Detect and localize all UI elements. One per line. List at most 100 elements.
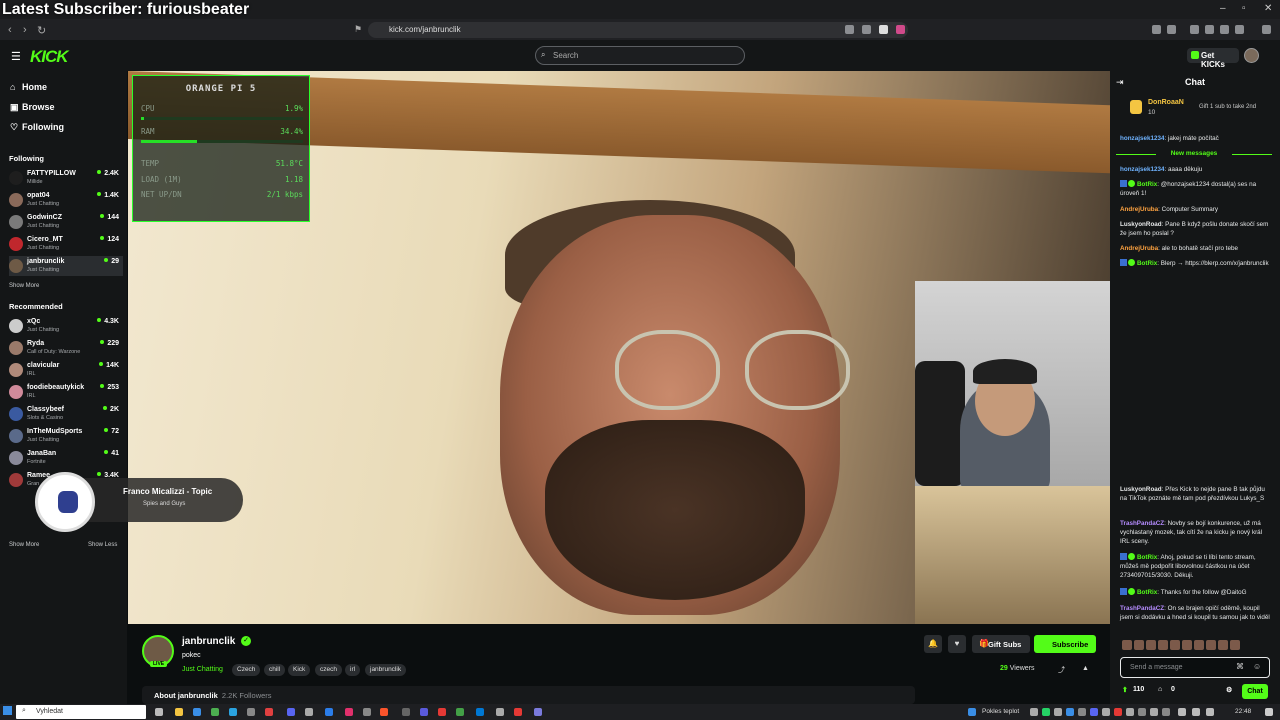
app-icon[interactable] [534,708,542,716]
emote-icon[interactable] [1170,640,1180,650]
weather-icon[interactable] [968,708,976,716]
chat-username[interactable]: honzajsek1234 [1120,166,1164,173]
app-icon[interactable] [402,708,410,716]
volume-icon[interactable] [1192,708,1200,716]
battery-icon[interactable] [1206,708,1214,716]
recommended-channel[interactable]: xQc Just Chatting 4.3K [9,316,123,336]
weather-text[interactable]: Pokles teplot [982,708,1019,715]
media-icon[interactable] [1190,25,1199,34]
emote-icon[interactable] [1146,640,1156,650]
forward-icon[interactable]: › [23,24,27,36]
tag[interactable]: chill [264,664,286,676]
following-channel[interactable]: FATTYPILLOW Millide 2.4K [9,168,123,188]
notifications-icon[interactable] [1265,708,1273,716]
task-view-icon[interactable] [155,708,163,716]
tag[interactable]: janbrunclik [365,664,407,676]
chat-username[interactable]: BotRix [1137,589,1157,596]
chat-username[interactable]: BotRix [1137,181,1157,188]
tray-icon[interactable] [1126,708,1134,716]
tray-icon[interactable] [1066,708,1074,716]
emote-icon[interactable] [1230,640,1240,650]
sidebar-item-browse[interactable]: ▣ Browse [10,102,55,113]
user-avatar[interactable] [1244,48,1259,63]
chrome-icon[interactable] [211,708,219,716]
show-more-recommended[interactable]: Show More [9,542,39,548]
new-messages-divider[interactable]: New messages [1116,150,1272,159]
maximize-icon[interactable]: ▫ [1242,3,1246,14]
following-channel-active[interactable]: janbrunclik Just Chatting 29 [9,256,123,276]
emote-bar[interactable] [1122,640,1272,654]
app-icon[interactable] [305,708,313,716]
channel-points[interactable]: 110 [1133,686,1144,693]
taskbar-search[interactable]: Vyhledat [16,705,146,719]
rewards-icon[interactable] [896,25,905,34]
sidebar-icon[interactable] [1205,25,1214,34]
show-more-following[interactable]: Show More [9,283,39,289]
wifi-icon[interactable] [1178,708,1186,716]
brave-icon[interactable] [380,708,388,716]
wallet-icon[interactable] [1220,25,1229,34]
vpn-icon[interactable] [1235,25,1244,34]
app-icon[interactable] [496,708,504,716]
emote-icon[interactable] [1182,640,1192,650]
gift-icon[interactable]: ⌂ [1158,686,1162,693]
recommended-channel[interactable]: clavicular IRL 14K [9,360,123,380]
chat-settings-icon[interactable]: ⚙ [1226,686,1232,694]
channel-name[interactable]: janbrunclik [182,636,235,647]
whatsapp-icon[interactable] [1042,708,1050,716]
app-icon[interactable] [438,708,446,716]
app-icon[interactable] [345,708,353,716]
recommended-channel[interactable]: JanaBan Fortnite 41 [9,448,123,468]
following-channel[interactable]: opat04 Just Chatting 1.4K [9,190,123,210]
channel-points-icon[interactable]: ⬆ [1122,686,1128,694]
stream-category[interactable]: Just Chatting [182,666,223,673]
bot-commands-icon[interactable]: ⌘ [1236,662,1244,671]
send-chat-button[interactable]: Chat [1242,684,1268,699]
subscribe-button[interactable]: Subscribe [1034,635,1096,653]
chat-username[interactable]: AndrejUruba [1120,245,1158,252]
show-less-recommended[interactable]: Show Less [88,542,117,548]
brave-shield-icon[interactable] [879,25,888,34]
kick-logo[interactable]: KICK [30,47,69,67]
chat-username[interactable]: BotRix [1137,554,1157,561]
app-icon[interactable] [514,708,522,716]
recommended-channel[interactable]: foodiebeautykick IRL 253 [9,382,123,402]
windows-start-icon[interactable] [3,706,12,715]
emote-icon[interactable] [1122,640,1132,650]
url-text[interactable]: kick.com/janbrunclik [389,25,461,34]
app-icon[interactable] [420,708,428,716]
recommended-channel[interactable]: Classybeef Slots & Casino 2K [9,404,123,424]
explorer-icon[interactable] [175,708,183,716]
chat-username[interactable]: BotRix [1137,260,1157,267]
tray-icon[interactable] [1078,708,1086,716]
emote-icon[interactable] [1158,640,1168,650]
sidebar-item-following[interactable]: ♡ Following [10,122,64,133]
chat-message-input[interactable]: Send a message [1120,657,1270,678]
hamburger-menu-icon[interactable]: ☰ [11,50,21,63]
app-icon[interactable] [456,708,464,716]
minimize-icon[interactable]: – [1220,3,1226,14]
tray-icon[interactable] [1054,708,1062,716]
menu-icon[interactable] [1262,25,1271,34]
following-channel[interactable]: Cicero_MT Just Chatting 124 [9,234,123,254]
chat-username[interactable]: TrashPandaCZ [1120,605,1164,612]
tray-icon[interactable] [1150,708,1158,716]
share-icon[interactable] [862,25,871,34]
emoji-icon[interactable]: ☺ [1253,662,1261,671]
share-icon[interactable]: ⤴ [1058,665,1065,675]
app-icon[interactable] [247,708,255,716]
pinned-gift-banner[interactable]: DonRoaaN 10 Gift 1 sub to take 2nd [1126,96,1276,122]
emote-icon[interactable] [1194,640,1204,650]
tray-icon[interactable] [1030,708,1038,716]
following-channel[interactable]: GodwinCZ Just Chatting 144 [9,212,123,232]
chat-username[interactable]: LuskyonRoad [1120,486,1162,493]
tray-icon[interactable] [1114,708,1122,716]
recommended-channel[interactable]: Ryda Call of Duty: Warzone 229 [9,338,123,358]
bookmark-icon[interactable]: ⚑ [354,24,362,35]
notification-bell-button[interactable]: 🔔 [924,635,942,653]
chat-username[interactable]: honzajsek1234 [1120,135,1164,142]
recommended-channel[interactable]: InTheMudSports Just Chatting 72 [9,426,123,446]
emote-icon[interactable] [1134,640,1144,650]
report-icon[interactable]: ▲ [1082,665,1089,672]
tray-icon[interactable] [1162,708,1170,716]
